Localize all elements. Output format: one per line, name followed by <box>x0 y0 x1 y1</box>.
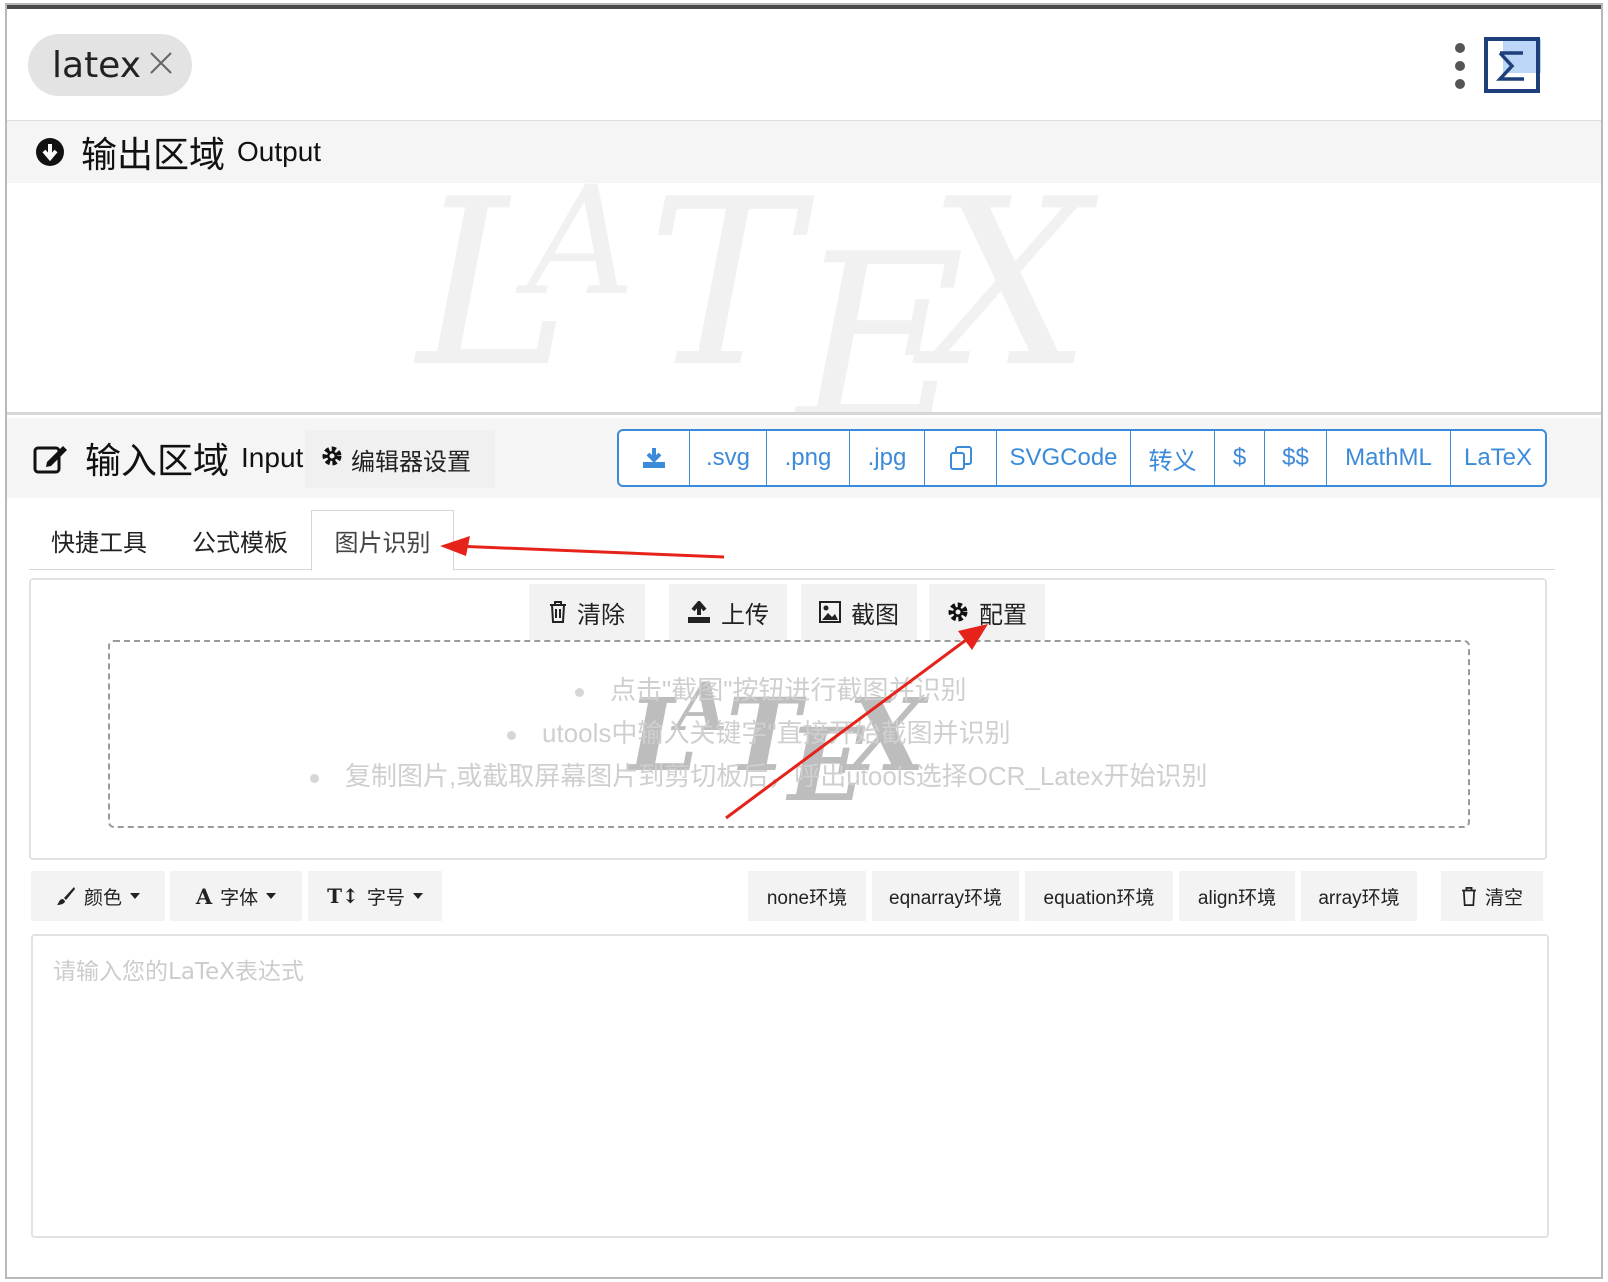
ocr-screenshot-label: 截图 <box>851 601 899 629</box>
output-title-en: Output <box>237 136 322 167</box>
ocr-clear-label: 清除 <box>577 601 625 629</box>
search-input[interactable]: latex <box>28 34 192 96</box>
svg-text:A: A <box>515 183 635 329</box>
clear-editor-label: 清空 <box>1484 887 1523 909</box>
font-dropdown[interactable]: A 字体 <box>170 871 302 921</box>
output-area: L A T E X <box>7 183 1601 415</box>
ocr-screenshot-button[interactable]: 截图 <box>801 584 917 640</box>
tab-quick-tools[interactable]: 快捷工具 <box>29 510 169 571</box>
more-options-icon[interactable] <box>1453 43 1467 89</box>
svg-text:X: X <box>912 183 1099 415</box>
sigma-logo-icon <box>1484 37 1541 93</box>
download-button[interactable] <box>619 431 689 485</box>
font-label: 字体 <box>220 887 259 909</box>
ocr-upload-button[interactable]: 上传 <box>669 584 787 640</box>
export-png-button[interactable]: .png <box>766 431 849 485</box>
input-title: 输入区域 <box>85 441 230 482</box>
editor-settings-button[interactable]: 编辑器设置 <box>305 430 495 488</box>
color-label: 颜色 <box>83 887 122 909</box>
gear-icon <box>947 601 969 623</box>
search-value: latex <box>52 44 141 86</box>
ocr-clear-button[interactable]: 清除 <box>529 584 645 640</box>
export-mathml-button[interactable]: MathML <box>1326 431 1450 485</box>
output-title: 输出区域 <box>81 135 226 176</box>
editor-settings-label: 编辑器设置 <box>351 448 471 476</box>
hint-text: 点击"截图"按钮进行截图并识别 <box>610 675 967 705</box>
export-svg-button[interactable]: .svg <box>689 431 766 485</box>
tab-formula-templates[interactable]: 公式模板 <box>169 510 311 571</box>
font-size-dropdown[interactable]: T↕ 字号 <box>308 871 442 921</box>
header: latex <box>7 9 1601 121</box>
font-size-label: 字号 <box>366 887 405 909</box>
image-dropzone[interactable]: L A T E X 点击"截图"按钮进行截图并识别 utools中输入关键字"直… <box>108 640 1470 828</box>
export-jpg-button[interactable]: .jpg <box>849 431 924 485</box>
upload-icon <box>687 601 711 623</box>
editor-placeholder: 请输入您的LaTeX表达式 <box>53 959 304 985</box>
env-eqnarray-button[interactable]: eqnarray环境 <box>872 871 1019 921</box>
latex-watermark-logo: L A T E X <box>413 183 1099 415</box>
trash-icon <box>1461 886 1477 906</box>
tab-bar: 快捷工具 公式模板 图片识别 <box>29 510 1555 571</box>
download-icon <box>643 448 665 468</box>
latex-editor[interactable]: 请输入您的LaTeX表达式 <box>31 934 1549 1238</box>
hint-item: utools中输入关键字"直接开始截图并识别 <box>507 713 1011 750</box>
escape-button[interactable]: 转义 <box>1130 431 1214 485</box>
hint-text: utools中输入关键字"直接开始截图并识别 <box>542 718 1011 748</box>
input-title-en: Input <box>241 442 304 473</box>
display-dollar-button[interactable]: $$ <box>1264 431 1326 485</box>
ocr-config-button[interactable]: 配置 <box>929 584 1045 640</box>
hint-item: 点击"截图"按钮进行截图并识别 <box>575 670 966 707</box>
hint-text: 复制图片,或截取屏幕图片到剪切板后，呼出utools选择OCR_Latex开始识… <box>345 761 1208 791</box>
color-dropdown[interactable]: 颜色 <box>31 871 165 921</box>
image-icon <box>819 601 841 623</box>
ocr-upload-label: 上传 <box>721 601 769 629</box>
trash-icon <box>549 601 567 623</box>
export-button-group: .svg .png .jpg SVGCode 转义 $ $$ MathML La… <box>617 429 1547 487</box>
env-align-button[interactable]: align环境 <box>1179 871 1295 921</box>
hint-item: 复制图片,或截取屏幕图片到剪切板后，呼出utools选择OCR_Latex开始识… <box>310 756 1207 793</box>
input-section-header: 输入区域 Input 编辑器设置 .svg .png .jpg SVGCode … <box>7 418 1601 498</box>
env-equation-button[interactable]: equation环境 <box>1025 871 1173 921</box>
copy-icon <box>949 446 972 470</box>
clear-editor-button[interactable]: 清空 <box>1441 871 1543 921</box>
export-latex-button[interactable]: LaTeX <box>1450 431 1545 485</box>
output-section-header: 输出区域 Output <box>7 121 1601 183</box>
export-svgcode-button[interactable]: SVGCode <box>996 431 1130 485</box>
font-icon: A <box>195 883 213 909</box>
inline-dollar-button[interactable]: $ <box>1214 431 1264 485</box>
close-icon[interactable] <box>146 48 176 78</box>
download-circle-icon <box>36 138 64 166</box>
edit-icon <box>33 446 67 474</box>
ocr-panel: 清除 上传 截图 配置 L A T E X 点击"截图"按钮进行截图并识别 ut… <box>29 578 1547 860</box>
gear-icon <box>321 445 343 474</box>
brush-icon <box>56 886 76 906</box>
svg-text:T: T <box>647 183 815 415</box>
env-array-button[interactable]: array环境 <box>1301 871 1417 921</box>
ocr-config-label: 配置 <box>979 601 1027 629</box>
tab-image-recognition[interactable]: 图片识别 <box>311 510 454 571</box>
app-window: latex 输出区域 Output L A T E X 输入区域 Input 编… <box>5 3 1603 1279</box>
copy-image-button[interactable] <box>924 431 996 485</box>
text-height-icon: T↕ <box>327 884 359 908</box>
env-none-button[interactable]: none环境 <box>748 871 866 921</box>
